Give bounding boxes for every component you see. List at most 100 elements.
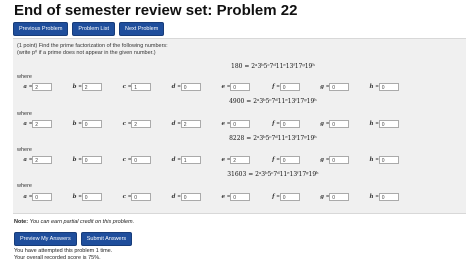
answer-cell: f = 0 — [265, 156, 315, 164]
problem-list-button[interactable]: Problem List — [72, 22, 115, 36]
previous-problem-button[interactable]: Previous Problem — [13, 22, 69, 36]
answer-cell: e = 0 — [215, 193, 265, 201]
answer-cell: b = 2 — [67, 83, 117, 91]
var-label: f — [272, 157, 275, 163]
problem-panel: (1 point) Find the prime factorization o… — [13, 38, 466, 214]
var-label: d — [171, 194, 176, 200]
var-label: b — [72, 84, 77, 90]
answer-input[interactable]: 0 — [279, 120, 300, 128]
var-label: f — [272, 84, 275, 90]
submit-answers-button[interactable]: Submit Answers — [80, 232, 133, 246]
var-label: g — [320, 121, 324, 127]
preview-answers-button[interactable]: Preview My Answers — [14, 232, 77, 246]
answer-cell: c = 1 — [116, 83, 166, 91]
answer-cell: c = 0 — [116, 193, 166, 201]
answer-cell: a = 0 — [17, 193, 67, 201]
answer-input[interactable]: 0 — [329, 83, 350, 91]
answer-input[interactable]: 0 — [378, 120, 399, 128]
answer-row: a = 2 b = 0 c = 2 d = 2 e = 0 f = 0 g = 0 h = 0 — [17, 120, 413, 128]
answer-input[interactable]: 0 — [378, 83, 399, 91]
var-label: g — [320, 84, 324, 90]
answer-cell: g = 0 — [314, 120, 364, 128]
answer-cell: d = 0 — [166, 193, 216, 201]
instruction-line-1: (1 point) Find the prime factorization o… — [17, 43, 168, 49]
answer-input[interactable]: 0 — [81, 120, 102, 128]
instruction-line-2: (write p⁰ if a prime does not appear in … — [17, 50, 156, 56]
answer-input[interactable]: 1 — [180, 156, 201, 164]
answer-cell: h = 0 — [364, 193, 414, 201]
answer-input[interactable]: 2 — [131, 120, 152, 128]
answer-input[interactable]: 0 — [32, 193, 53, 201]
var-label: h — [369, 121, 374, 127]
answer-input[interactable]: 0 — [230, 83, 251, 91]
var-label: g — [320, 194, 324, 200]
var-label: c — [122, 194, 126, 200]
answer-input[interactable]: 0 — [180, 83, 201, 91]
var-label: d — [171, 157, 176, 163]
answer-input[interactable]: 0 — [279, 83, 300, 91]
var-label: b — [72, 121, 77, 127]
var-label: h — [369, 157, 374, 163]
var-label: f — [272, 194, 275, 200]
var-label: a — [23, 194, 27, 200]
var-label: e — [221, 84, 226, 90]
answer-input[interactable]: 2 — [32, 156, 53, 164]
problem-instructions: (1 point) Find the prime factorization o… — [17, 43, 168, 57]
answer-input[interactable]: 0 — [378, 193, 399, 201]
answer-cell: d = 1 — [166, 156, 216, 164]
var-label: d — [171, 84, 176, 90]
answer-input[interactable]: 2 — [230, 156, 251, 164]
note-text: You can earn partial credit on this prob… — [29, 219, 135, 225]
answer-input[interactable]: 0 — [279, 193, 300, 201]
answer-row: a = 2 b = 0 c = 0 d = 1 e = 2 f = 0 g = 0 h = 0 — [17, 156, 413, 164]
answer-input[interactable]: 2 — [81, 83, 102, 91]
answer-input[interactable]: 0 — [329, 120, 350, 128]
answer-cell: a = 2 — [17, 83, 67, 91]
page-title: End of semester review set: Problem 22 — [14, 2, 298, 19]
answer-actions: Preview My Answers Submit Answers — [14, 232, 133, 246]
answer-cell: d = 0 — [166, 83, 216, 91]
answer-input[interactable]: 2 — [180, 120, 201, 128]
equation: 4900 = 2ᵃ3ᵇ5ᶜ7ᵈ11ᵉ13ᶠ17ᵍ19ʰ — [229, 98, 317, 105]
answer-cell: h = 0 — [364, 120, 414, 128]
answer-input[interactable]: 0 — [81, 193, 102, 201]
var-label: a — [23, 157, 27, 163]
answer-input[interactable]: 0 — [378, 156, 399, 164]
answer-input[interactable]: 0 — [230, 120, 251, 128]
var-label: c — [122, 157, 126, 163]
answer-input[interactable]: 2 — [32, 120, 53, 128]
attempt-status: You have attempted this problem 1 time. … — [14, 248, 112, 262]
answer-input[interactable]: 2 — [32, 83, 53, 91]
attempts-text: You have attempted this problem 1 time. — [14, 248, 113, 254]
var-label: h — [369, 84, 374, 90]
answer-cell: g = 0 — [314, 156, 364, 164]
next-problem-button[interactable]: Next Problem — [119, 22, 165, 36]
answer-input[interactable]: 1 — [131, 83, 152, 91]
answer-input[interactable]: 0 — [329, 156, 350, 164]
answer-input[interactable]: 0 — [329, 193, 350, 201]
answer-cell: e = 0 — [215, 120, 265, 128]
answer-input[interactable]: 0 — [131, 156, 152, 164]
equation: 180 = 2ᵃ3ᵇ5ᶜ7ᵈ11ᵉ13ᶠ17ᵍ19ʰ — [231, 63, 315, 70]
answer-cell: e = 2 — [215, 156, 265, 164]
answer-cell: f = 0 — [265, 120, 315, 128]
answer-cell: f = 0 — [265, 193, 315, 201]
equation: 31603 = 2ᵃ3ᵇ5ᶜ7ᵈ11ᵉ13ᶠ17ᵍ19ʰ — [227, 171, 319, 178]
var-label: a — [23, 121, 27, 127]
answer-cell: h = 0 — [364, 156, 414, 164]
answer-cell: a = 2 — [17, 156, 67, 164]
answer-input[interactable]: 0 — [81, 156, 102, 164]
answer-input[interactable]: 0 — [279, 156, 300, 164]
answer-cell: g = 0 — [314, 193, 364, 201]
answer-input[interactable]: 0 — [131, 193, 152, 201]
var-label: c — [122, 84, 126, 90]
where-label: where — [17, 183, 32, 189]
answer-input[interactable]: 0 — [180, 193, 201, 201]
var-label: f — [272, 121, 275, 127]
var-label: d — [171, 121, 176, 127]
score-text: Your overall recorded score is 75%. — [14, 255, 101, 261]
where-label: where — [17, 147, 32, 153]
var-label: h — [369, 194, 374, 200]
answer-input[interactable]: 0 — [230, 193, 251, 201]
answer-cell: c = 0 — [116, 156, 166, 164]
